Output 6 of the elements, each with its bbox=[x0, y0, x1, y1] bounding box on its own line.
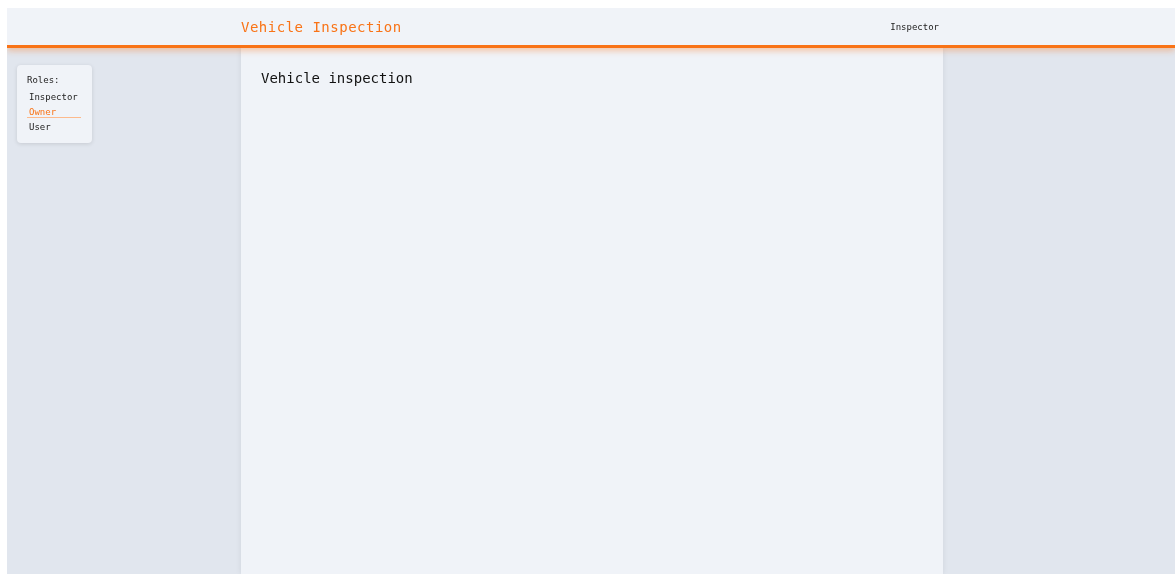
role-item[interactable]: Inspector bbox=[27, 92, 81, 103]
roles-heading: Roles: bbox=[27, 75, 61, 85]
role-item[interactable]: User bbox=[27, 122, 81, 133]
app-title: Vehicle Inspection bbox=[241, 18, 402, 35]
page-heading: Vehicle inspection bbox=[261, 70, 414, 86]
current-role: Inspector bbox=[890, 21, 939, 32]
